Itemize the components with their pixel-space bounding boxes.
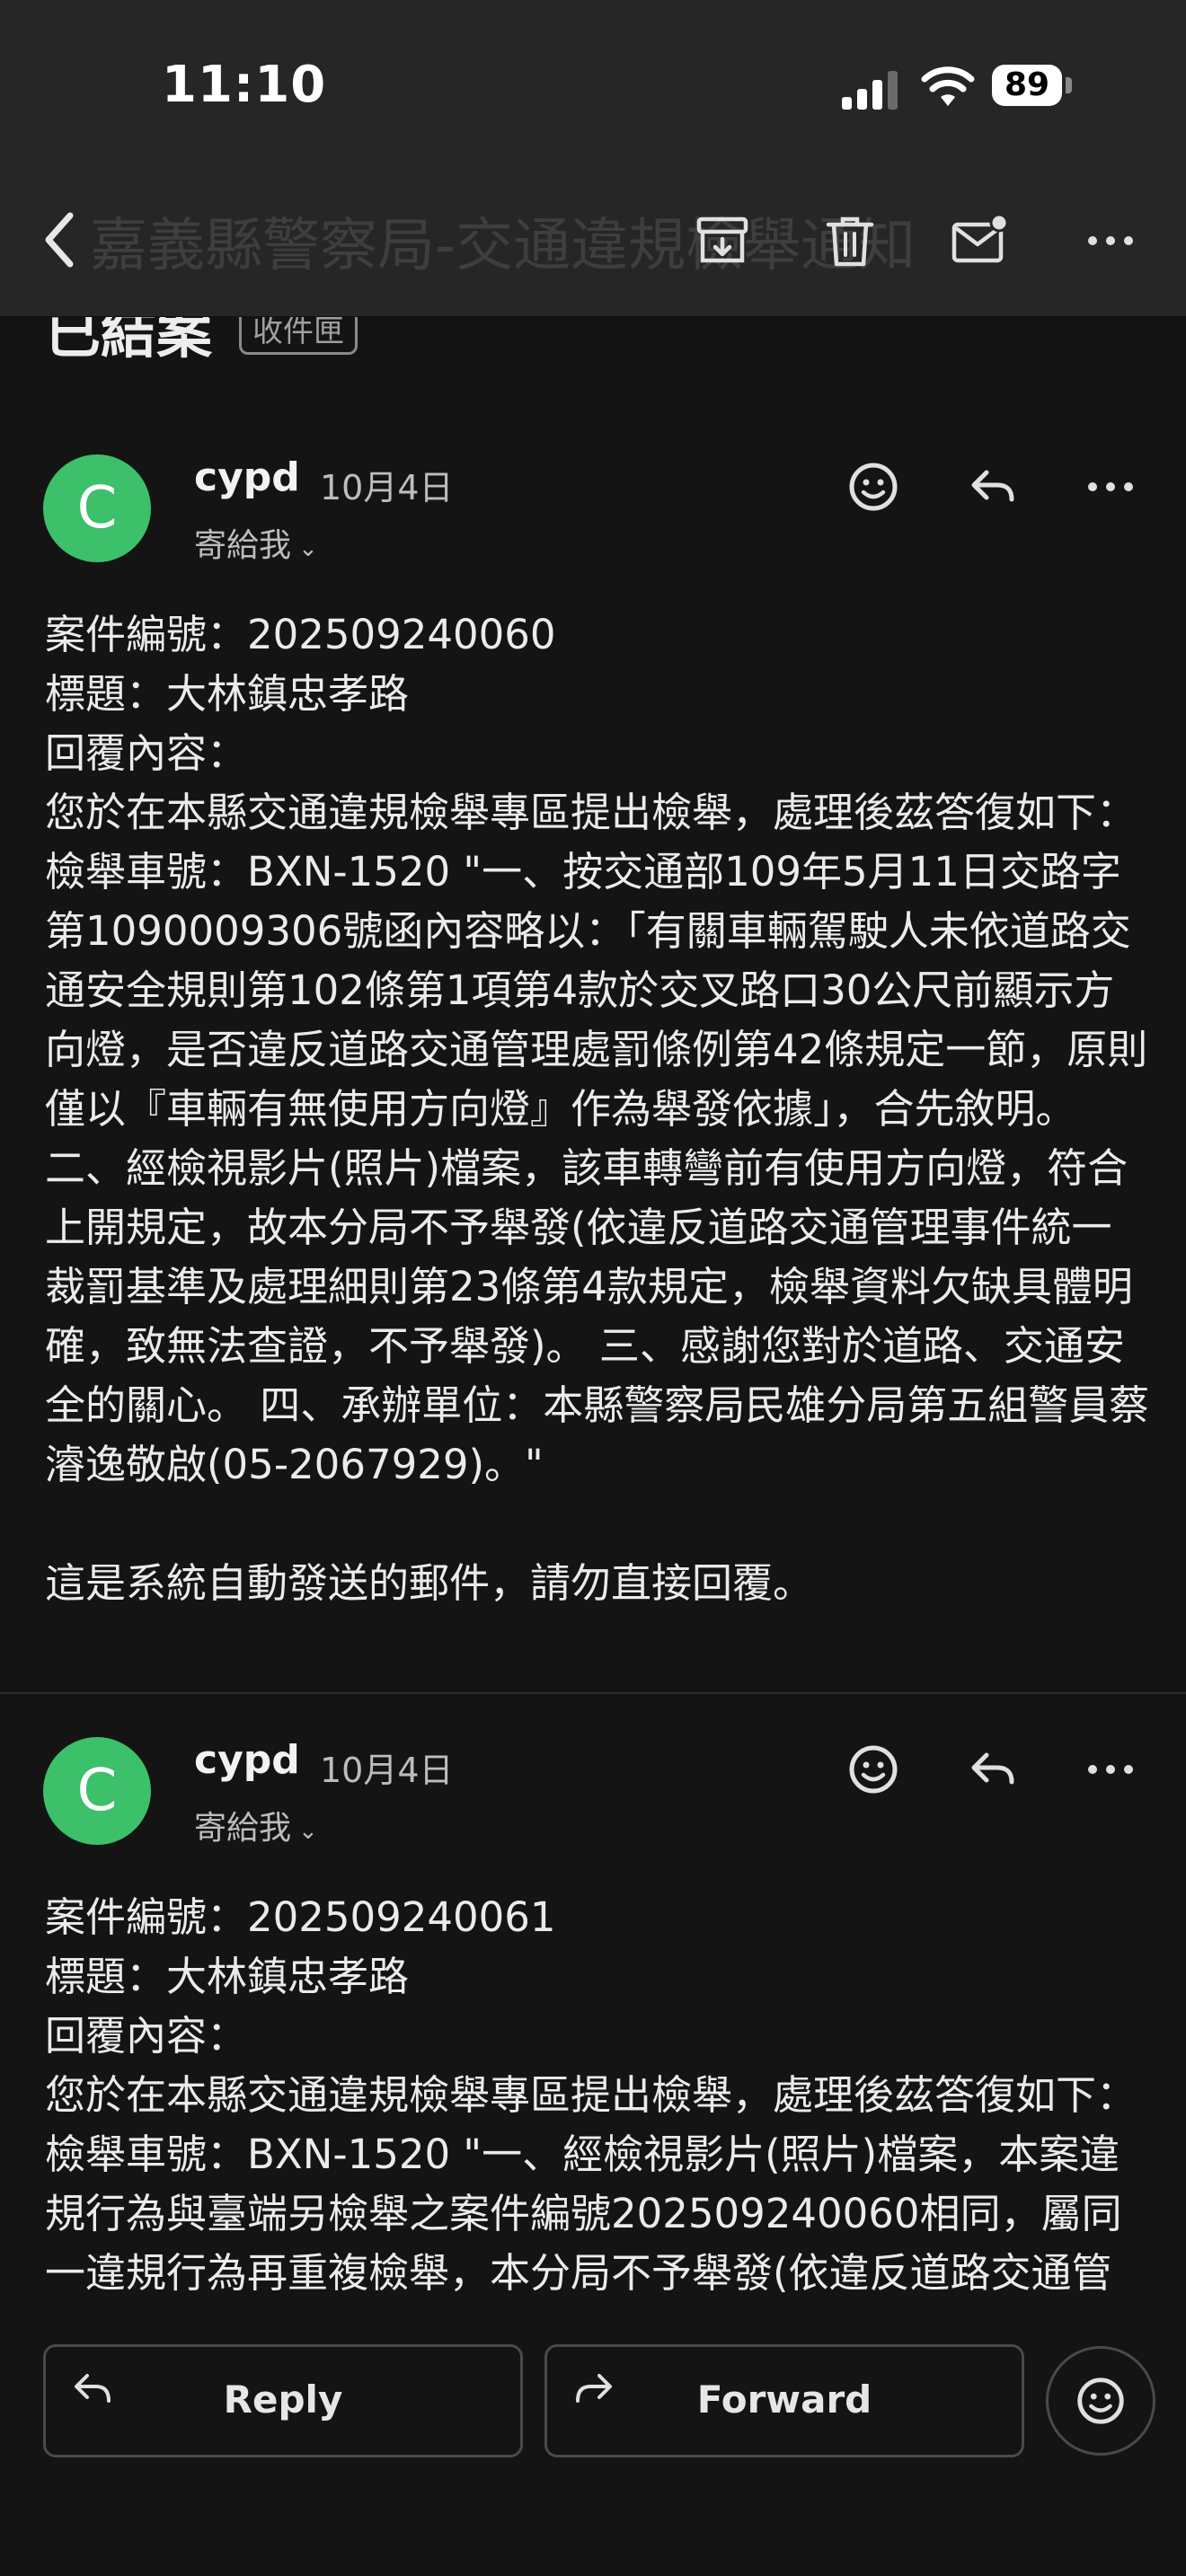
more-options-icon[interactable] — [1082, 212, 1139, 269]
back-chevron-icon[interactable] — [38, 208, 83, 271]
forward-label: Forward — [696, 2378, 872, 2422]
battery-level: 89 — [992, 65, 1062, 106]
emoji-reaction-icon[interactable] — [845, 1741, 902, 1798]
reply-button[interactable]: Reply — [43, 2344, 523, 2457]
sender-name[interactable]: cypd — [194, 454, 300, 500]
cellular-signal-icon — [842, 71, 898, 110]
message-date: 10月4日 — [320, 468, 454, 507]
bottom-action-bar: Reply Forward — [0, 2299, 1186, 2576]
header-subject-ghost: 嘉義縣警察局-交通違規檢舉通知 — [90, 213, 916, 279]
chevron-down-icon: ⌄ — [298, 535, 318, 562]
message-date: 10月4日 — [320, 1751, 454, 1790]
emoji-icon — [1077, 2378, 1124, 2424]
emoji-reaction-button[interactable] — [1046, 2346, 1155, 2456]
recipient-label: 寄給我 — [194, 527, 292, 564]
wifi-icon — [921, 66, 975, 106]
sender-avatar[interactable]: C — [43, 1737, 151, 1845]
battery-cap — [1066, 77, 1072, 93]
reply-icon[interactable] — [963, 458, 1021, 516]
trash-icon[interactable] — [821, 212, 879, 269]
recipient-toggle[interactable]: 寄給我 ⌄ — [194, 519, 318, 566]
recipient-toggle[interactable]: 寄給我 ⌄ — [194, 1802, 318, 1848]
archive-icon[interactable] — [694, 212, 751, 269]
chevron-down-icon: ⌄ — [298, 1818, 318, 1845]
recipient-label: 寄給我 — [194, 1810, 292, 1847]
emoji-reaction-icon[interactable] — [845, 458, 902, 516]
top-navigation-bar: 11:10 89 嘉義縣警察局-交通違規檢舉通知 — [0, 0, 1186, 317]
more-options-icon[interactable] — [1082, 1741, 1139, 1798]
reply-icon[interactable] — [963, 1741, 1021, 1798]
more-options-icon[interactable] — [1082, 458, 1139, 516]
reply-label: Reply — [223, 2378, 343, 2422]
message-body: 案件編號：202509240061 標題：大林鎮忠孝路 回覆內容： 您於在本縣交… — [45, 1893, 1137, 2356]
status-time: 11:10 — [162, 56, 327, 114]
sender-name[interactable]: cypd — [194, 1737, 300, 1783]
mark-unread-icon[interactable] — [951, 212, 1008, 269]
message-body: 案件編號：202509240060 標題：大林鎮忠孝路 回覆內容： 您於在本縣交… — [45, 611, 1150, 1607]
forward-button[interactable]: Forward — [544, 2344, 1024, 2457]
sender-avatar[interactable]: C — [43, 454, 151, 562]
message-divider — [0, 1692, 1186, 1694]
